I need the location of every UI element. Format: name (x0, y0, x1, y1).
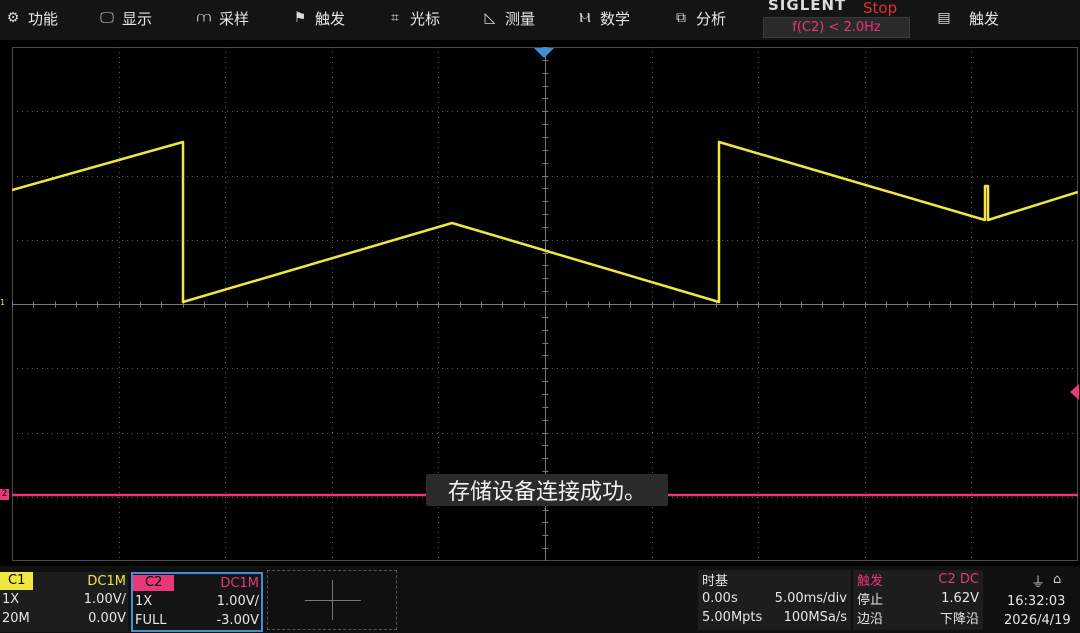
ch1-offset: 0.00V (88, 611, 126, 626)
plus-icon-vertical (332, 580, 333, 620)
trigger-condition-box: f(C2) < 2.0Hz (763, 17, 910, 38)
toast-message: 存储设备连接成功。 (426, 474, 668, 506)
ch1-bandwidth: 20M (2, 611, 30, 626)
trigger-slope: 下降沿 (939, 612, 979, 627)
menu-trigger-status-label: 触发 (969, 9, 1000, 28)
menu-cursor-label: 光标 (410, 9, 441, 28)
menu-display[interactable]: 🖵 显示 (98, 6, 152, 30)
menu-measure-label: 测量 (505, 9, 536, 28)
cursor-icon: ⌗ (391, 10, 399, 26)
ch2-name: C2 (133, 575, 175, 591)
display-icon: 🖵 (100, 10, 114, 26)
menu-acquire[interactable]: ⩋ 采样 (195, 6, 249, 30)
timebase-memory: 5.00Mpts (702, 610, 763, 625)
trigger-condition-text: f(C2) < 2.0Hz (792, 20, 881, 35)
trigger-flag-icon: ⚑ (293, 10, 307, 26)
clipboard-icon: ▤ (937, 10, 951, 26)
ch1-coupling: DC1M (87, 573, 126, 589)
sampling-icon: ⩋ (196, 10, 212, 26)
math-icon: Ⲙ (579, 10, 591, 26)
add-channel-button[interactable] (267, 570, 397, 630)
timebase-scale: 5.00ms/div (774, 591, 847, 606)
timebase-title: 时基 (702, 574, 729, 589)
menu-cursor[interactable]: ⌗ 光标 (386, 6, 440, 30)
trigger-mode: 停止 (857, 593, 884, 608)
ch1-name: C1 (0, 572, 34, 590)
analysis-icon: ⧉ (676, 10, 686, 26)
measure-icon: ◺ (484, 10, 496, 26)
menu-math[interactable]: Ⲙ 数学 (576, 6, 630, 30)
bottom-status-bar: C1 DC1M 1X 1.00V/ 20M 0.00V C2 DC1M 1X 1… (0, 566, 1080, 633)
ch2-scale: 1.00V/ (216, 594, 259, 609)
menu-trigger-status[interactable]: ▤ 触发 (935, 6, 999, 30)
usb-icon: ⏚ (1031, 575, 1045, 591)
run-state-indicator[interactable]: Stop (863, 0, 897, 17)
menu-function[interactable]: ⚙ 功能 (4, 6, 58, 30)
brand-status-area: SIGLENT Stop f(C2) < 2.0Hz (763, 0, 910, 40)
top-menu-bar: ⚙ 功能 🖵 显示 ⩋ 采样 ⚑ 触发 ⌗ 光标 ◺ 测量 Ⲙ 数学 ⧉ 分析 … (0, 0, 1080, 40)
ch1-scale: 1.00V/ (83, 592, 126, 607)
menu-trigger[interactable]: ⚑ 触发 (291, 6, 345, 30)
menu-analysis-label: 分析 (696, 9, 727, 28)
ch1-ground-marker[interactable]: 1 (0, 298, 5, 308)
menu-math-label: 数学 (600, 9, 631, 28)
timebase-sample-rate: 100MSa/s (783, 610, 847, 625)
ch2-probe: 1X (135, 594, 153, 609)
system-clock: 16:32:03 (1007, 594, 1066, 609)
network-icon: ⌂ (1053, 572, 1062, 587)
menu-analysis[interactable]: ⧉ 分析 (672, 6, 726, 30)
ch2-bandwidth: FULL (135, 613, 167, 628)
trigger-source: C2 DC (938, 572, 979, 587)
system-date: 2026/4/19 (1004, 613, 1071, 628)
ch2-coupling: DC1M (220, 575, 259, 591)
trigger-level-marker[interactable] (1070, 384, 1079, 400)
ch2-offset: -3.00V (216, 613, 259, 628)
menu-trigger-label: 触发 (315, 9, 346, 28)
plus-icon (305, 600, 361, 601)
ch2-panel[interactable]: C2 DC1M 1X 1.00V/ FULL -3.00V (131, 572, 263, 632)
trigger-type: 边沿 (857, 612, 884, 627)
ch1-probe: 1X (2, 592, 20, 607)
system-info: ⏚ ⌂ 16:32:03 2026/4/19 (987, 570, 1080, 630)
menu-display-label: 显示 (122, 9, 153, 28)
timebase-panel[interactable]: 时基 0.00s 5.00ms/div 5.00Mpts 100MSa/s (698, 570, 851, 630)
timebase-delay: 0.00s (702, 591, 738, 606)
trigger-position-marker[interactable] (534, 48, 554, 58)
ch2-ground-marker[interactable]: 2 (0, 489, 9, 500)
menu-function-label: 功能 (28, 9, 59, 28)
trigger-panel[interactable]: 触发 C2 DC 停止 1.62V 边沿 下降沿 (853, 570, 983, 630)
trigger-title: 触发 (857, 574, 884, 589)
gear-icon: ⚙ (6, 10, 20, 26)
menu-acquire-label: 采样 (219, 9, 250, 28)
brand-logo: SIGLENT (768, 0, 847, 14)
trigger-level: 1.62V (941, 591, 979, 606)
menu-measure[interactable]: ◺ 测量 (481, 6, 535, 30)
ch1-panel[interactable]: C1 DC1M 1X 1.00V/ 20M 0.00V (0, 572, 128, 632)
